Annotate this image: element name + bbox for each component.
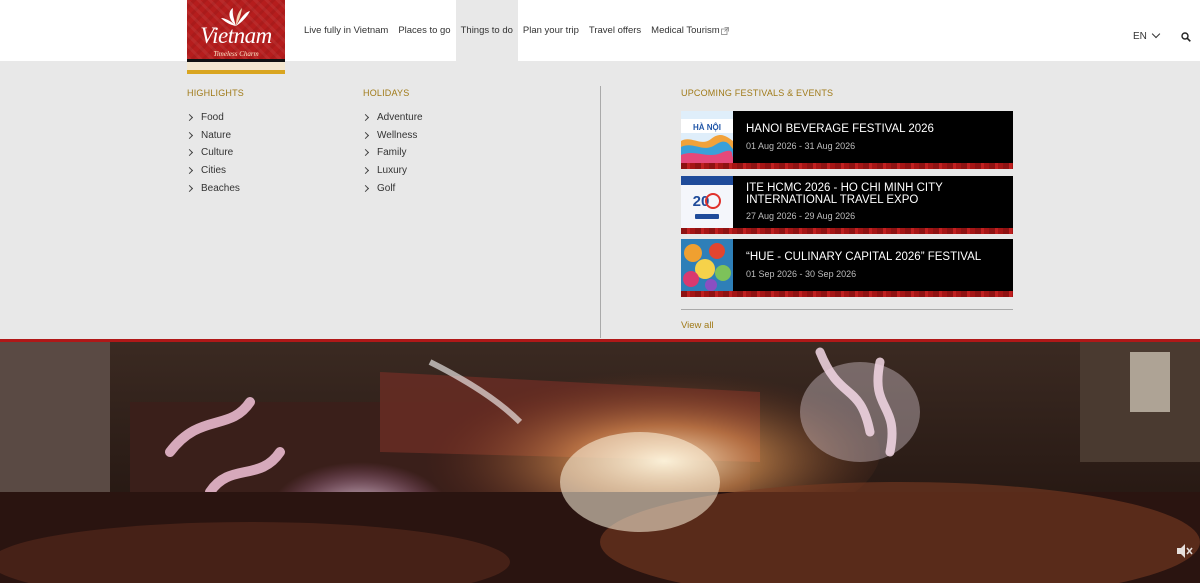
- menu-item-label: Culture: [201, 147, 234, 159]
- menu-item-label: Wellness: [377, 129, 418, 141]
- event-card[interactable]: “HUE - CULINARY CAPITAL 2026” FESTIVAL 0…: [681, 239, 1013, 297]
- menu-item-label: Adventure: [377, 112, 423, 124]
- chevron-right-icon: [361, 167, 370, 175]
- nav-label: Things to do: [460, 25, 513, 36]
- nav-label: Places to go: [398, 25, 451, 36]
- language-label: EN: [1133, 31, 1147, 42]
- chevron-right-icon: [361, 131, 370, 139]
- things-to-do-mega-menu: HIGHLIGHTS Food Nature Culture Cities Be…: [0, 61, 1200, 339]
- chevron-right-icon: [185, 114, 194, 122]
- external-link-icon: [720, 26, 729, 35]
- site-header: Vietnam Timeless Charm Live fully in Vie…: [0, 0, 1200, 74]
- vietnam-logo[interactable]: Vietnam Timeless Charm: [187, 0, 285, 74]
- menu-item-adventure[interactable]: Adventure: [361, 109, 423, 127]
- logo-stripe-light: [187, 62, 285, 70]
- logo-brand-text: Vietnam: [200, 23, 272, 48]
- chevron-right-icon: [361, 149, 370, 157]
- event-date: 01 Sep 2026 - 30 Sep 2026: [746, 269, 857, 279]
- nav-plan-your-trip[interactable]: Plan your trip: [518, 0, 584, 61]
- chevron-right-icon: [361, 184, 370, 192]
- svg-text:HÀ NỘI: HÀ NỘI: [693, 123, 721, 132]
- chevron-right-icon: [185, 167, 194, 175]
- menu-item-nature[interactable]: Nature: [185, 127, 240, 145]
- event-decor-band: [681, 228, 1013, 234]
- nav-things-to-do[interactable]: Things to do: [455, 0, 518, 61]
- column-divider: [600, 86, 601, 338]
- menu-item-family[interactable]: Family: [361, 144, 423, 162]
- logo-tagline: Timeless Charm: [213, 50, 259, 58]
- chevron-right-icon: [185, 149, 194, 157]
- menu-item-wellness[interactable]: Wellness: [361, 127, 423, 145]
- nav-label: Live fully in Vietnam: [304, 25, 389, 36]
- event-card[interactable]: 20 ITE HCMC 2026 - HO CHI MINH CITY INTE…: [681, 176, 1013, 234]
- speaker-muted-icon[interactable]: [1175, 542, 1193, 560]
- event-thumbnail-image: [681, 239, 733, 291]
- menu-item-golf[interactable]: Golf: [361, 179, 423, 197]
- menu-item-label: Food: [201, 112, 224, 124]
- events-heading: UPCOMING FESTIVALS & EVENTS: [681, 88, 834, 98]
- chevron-right-icon: [361, 114, 370, 122]
- menu-item-label: Luxury: [377, 165, 408, 177]
- hero-video[interactable]: [0, 339, 1200, 583]
- event-date: 01 Aug 2026 - 31 Aug 2026: [746, 141, 856, 151]
- event-thumbnail-image: 20: [681, 176, 733, 228]
- menu-item-beaches[interactable]: Beaches: [185, 179, 240, 197]
- nav-places-to-go[interactable]: Places to go: [393, 0, 455, 61]
- holidays-heading: HOLIDAYS: [363, 88, 410, 98]
- event-title: ITE HCMC 2026 - HO CHI MINH CITY INTERNA…: [746, 182, 943, 206]
- language-selector[interactable]: EN: [1133, 29, 1161, 42]
- nav-label: Plan your trip: [522, 25, 579, 36]
- view-all-link[interactable]: View all: [681, 320, 714, 331]
- nav-travel-offers[interactable]: Travel offers: [584, 0, 646, 61]
- main-nav: Live fully in Vietnam Places to go Thing…: [299, 0, 734, 61]
- event-thumbnail-image: HÀ NỘI: [681, 111, 733, 163]
- menu-item-culture[interactable]: Culture: [185, 144, 240, 162]
- menu-item-luxury[interactable]: Luxury: [361, 162, 423, 180]
- event-thumbnail: HÀ NỘI: [681, 111, 733, 163]
- menu-item-label: Nature: [201, 129, 232, 141]
- menu-item-label: Beaches: [201, 182, 240, 194]
- highlights-heading: HIGHLIGHTS: [187, 88, 245, 98]
- view-all-divider: [681, 309, 1013, 310]
- highlights-list: Food Nature Culture Cities Beaches: [185, 109, 240, 197]
- event-thumbnail: [681, 239, 733, 291]
- event-decor-band: [681, 163, 1013, 169]
- menu-item-label: Cities: [201, 165, 227, 177]
- nav-label: Medical Tourism: [651, 25, 720, 36]
- event-card[interactable]: HÀ NỘI HANOI BEVERAGE FESTIVAL 2026 01 A…: [681, 111, 1013, 169]
- event-title: HANOI BEVERAGE FESTIVAL 2026: [746, 123, 934, 135]
- chevron-right-icon: [185, 184, 194, 192]
- chevron-down-icon: [1151, 29, 1161, 39]
- event-decor-band: [681, 291, 1013, 297]
- menu-item-label: Golf: [377, 182, 396, 194]
- event-title: “HUE - CULINARY CAPITAL 2026” FESTIVAL: [746, 251, 982, 263]
- nav-medical-tourism[interactable]: Medical Tourism: [646, 0, 733, 61]
- hero-festival-scene: [0, 342, 1200, 583]
- chevron-right-icon: [185, 131, 194, 139]
- menu-item-cities[interactable]: Cities: [185, 162, 240, 180]
- event-thumbnail: 20: [681, 176, 733, 228]
- nav-live-fully[interactable]: Live fully in Vietnam: [299, 0, 393, 61]
- holidays-list: Adventure Wellness Family Luxury Golf: [361, 109, 423, 197]
- event-date: 27 Aug 2026 - 29 Aug 2026: [746, 211, 856, 221]
- nav-label: Travel offers: [588, 25, 642, 36]
- search-icon[interactable]: [1181, 32, 1191, 42]
- menu-item-label: Family: [377, 147, 407, 159]
- menu-item-food[interactable]: Food: [185, 109, 240, 127]
